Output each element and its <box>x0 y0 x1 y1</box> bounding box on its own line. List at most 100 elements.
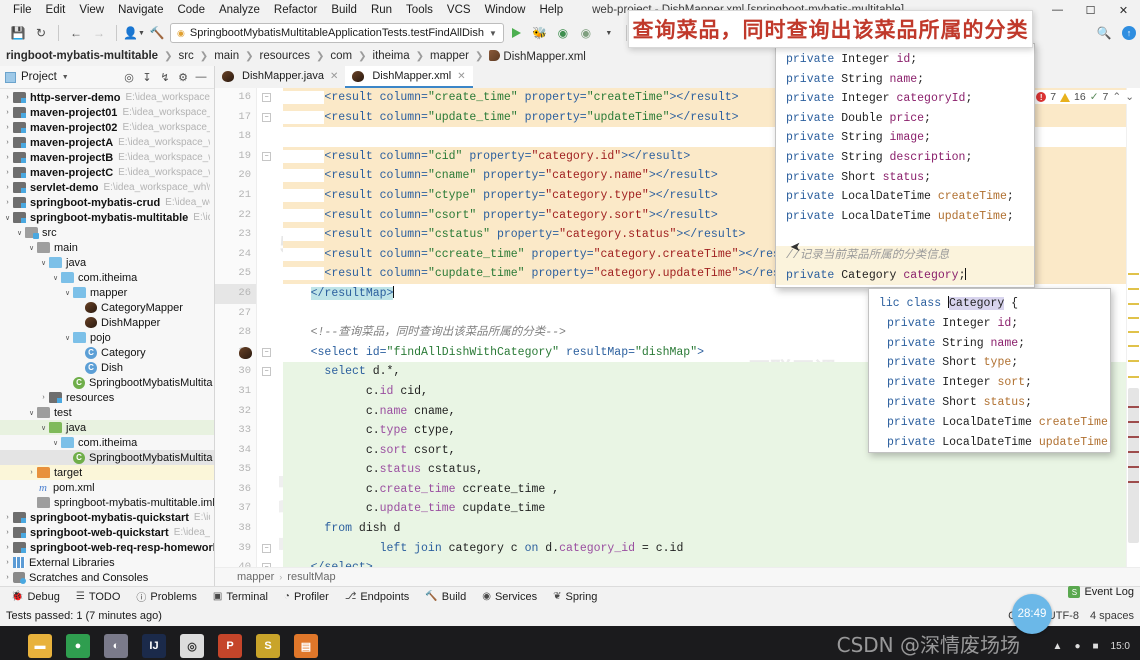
tool-window-endpoints[interactable]: ⎇ Endpoints <box>338 590 416 604</box>
chevron-right-icon[interactable]: › <box>38 394 49 401</box>
fold-toggle[interactable]: − <box>262 347 271 357</box>
menu-item-code[interactable]: Code <box>170 2 212 18</box>
chevron-down-icon[interactable]: ∨ <box>14 229 25 237</box>
tree-node-servlet-demo[interactable]: › servlet-demo E:\idea_workspace_wh\wh_ <box>0 180 214 195</box>
file-explorer-icon[interactable]: ▬ <box>28 634 52 658</box>
tree-node-maven-project01[interactable]: › maven-project01 E:\idea_workspace_wh <box>0 105 214 120</box>
menu-item-window[interactable]: Window <box>478 2 533 18</box>
code-line-36[interactable]: c.create_time ccreate_time , <box>283 479 1126 500</box>
notes-icon[interactable]: ▤ <box>294 634 318 658</box>
tree-node-main[interactable]: ∨ main <box>0 240 214 255</box>
chevron-right-icon[interactable]: › <box>2 199 13 206</box>
tree-node-http-server-demo[interactable]: › http-server-demo E:\idea_workspace_wh <box>0 90 214 105</box>
chevron-down-icon[interactable]: ∨ <box>50 439 61 447</box>
tree-node-target[interactable]: › target <box>0 465 214 480</box>
tree-node-pojo[interactable]: ∨ pojo <box>0 330 214 345</box>
run-with-coverage-button[interactable]: ◉ <box>553 23 573 43</box>
run-configuration-selector[interactable]: ◉ SpringbootMybatisMultitableApplication… <box>170 23 504 43</box>
breadcrumb-item-3[interactable]: resources <box>256 49 315 63</box>
tree-node-springboot-web-quickstart[interactable]: › springboot-web-quickstart E:\idea_work <box>0 525 214 540</box>
breadcrumb-item-5[interactable]: itheima <box>369 49 414 63</box>
menu-item-analyze[interactable]: Analyze <box>212 2 267 18</box>
code-line-38[interactable]: from dish d <box>283 519 1126 539</box>
tool-window-terminal[interactable]: ▣ Terminal <box>206 590 275 604</box>
app-icon[interactable]: ◎ <box>180 634 204 658</box>
profiler-dropdown-icon[interactable]: ▼ <box>599 23 619 43</box>
tree-node-maven-projecta[interactable]: › maven-projectA E:\idea_workspace_wh\w <box>0 135 214 150</box>
tray-icon-1[interactable]: ▲ <box>1053 641 1063 652</box>
error-marker-bar[interactable] <box>1126 88 1140 567</box>
code-line-39[interactable]: left join category c on d.category_id = … <box>283 538 1126 559</box>
tray-icon-2[interactable]: ● <box>1074 641 1080 652</box>
tree-node-java[interactable]: ∨ java <box>0 420 214 435</box>
chevron-right-icon[interactable]: › <box>2 529 13 536</box>
chevron-right-icon[interactable]: › <box>2 94 13 101</box>
dish-class-popup[interactable]: private Integer id; private String name; p… <box>775 43 1035 288</box>
search-icon[interactable]: 🔍 <box>1094 23 1114 43</box>
tree-node-springbootmybatismultita[interactable]: C SpringbootMybatisMultita <box>0 450 214 465</box>
hammer-icon[interactable]: 🔨 <box>147 23 167 43</box>
tool-window-services[interactable]: ◉ Services <box>475 590 544 604</box>
chevron-down-icon[interactable]: ∨ <box>26 244 37 252</box>
expand-icon[interactable]: ↯ <box>157 69 173 85</box>
breadcrumb-item-4[interactable]: com <box>326 49 356 63</box>
tree-node-pom-xml[interactable]: m pom.xml <box>0 480 214 495</box>
inspection-marker[interactable] <box>1128 345 1139 347</box>
fold-toggle[interactable]: − <box>262 543 271 553</box>
fold-toggle[interactable]: − <box>262 367 271 377</box>
breadcrumb-item-2[interactable]: main <box>210 49 243 63</box>
tool-window-build[interactable]: 🔨 Build <box>418 590 473 604</box>
breadcrumb-item-6[interactable]: mapper <box>426 49 473 63</box>
tree-node-maven-projectb[interactable]: › maven-projectB E:\idea_workspace_wh\w <box>0 150 214 165</box>
chevron-right-icon[interactable]: › <box>2 544 13 551</box>
minimize-button[interactable]: — <box>1041 0 1074 20</box>
update-icon[interactable]: ↑ <box>1122 26 1136 40</box>
settings-gear-icon[interactable]: ⚙ <box>175 69 191 85</box>
tree-node-springboot-mybatis-crud[interactable]: › springboot-mybatis-crud E:\idea_worksp <box>0 195 214 210</box>
inspection-marker[interactable] <box>1128 317 1139 319</box>
tree-node-external-libraries[interactable]: › External Libraries <box>0 555 214 570</box>
tool-window-todo[interactable]: ☰ TODO <box>69 590 128 604</box>
inspection-marker[interactable] <box>1128 273 1139 275</box>
tree-node-springboot-mybatis-multitable[interactable]: ∨ springboot-mybatis-multitable E:\idea_v <box>0 210 214 225</box>
tree-node-springbootmybatismultita[interactable]: C SpringbootMybatisMultita <box>0 375 214 390</box>
code-line-40[interactable]: </select> <box>283 558 1126 567</box>
chevron-down-icon[interactable]: ∨ <box>2 214 13 222</box>
chevron-up-icon[interactable]: ⌃ <box>1112 91 1121 103</box>
menu-item-help[interactable]: Help <box>532 2 570 18</box>
tray-icon-3[interactable]: ■ <box>1092 641 1098 652</box>
chevron-down-icon[interactable]: ∨ <box>26 409 37 417</box>
chevron-right-icon[interactable]: › <box>2 559 13 566</box>
chevron-right-icon[interactable]: › <box>2 139 13 146</box>
editor-breadcrumb-0[interactable]: mapper <box>237 571 274 583</box>
chevron-down-icon[interactable]: ∨ <box>38 424 49 432</box>
tree-node-category[interactable]: C Category <box>0 345 214 360</box>
menu-item-build[interactable]: Build <box>324 2 364 18</box>
menu-item-file[interactable]: File <box>6 2 39 18</box>
back-arrow-icon[interactable]: ← <box>66 23 86 43</box>
inspection-marker[interactable] <box>1128 331 1139 333</box>
tree-node-com-itheima[interactable]: ∨ com.itheima <box>0 270 214 285</box>
tree-node-categorymapper[interactable]: CategoryMapper <box>0 300 214 315</box>
tree-node-test[interactable]: ∨ test <box>0 405 214 420</box>
inspection-marker[interactable] <box>1128 303 1139 305</box>
forward-arrow-icon[interactable]: → <box>89 23 109 43</box>
tool-window-profiler[interactable]: ◔ Profiler <box>277 590 336 604</box>
close-tab-icon[interactable]: ✕ <box>457 71 465 82</box>
tree-node-maven-projectc[interactable]: › maven-projectC E:\idea_workspace_wh\w <box>0 165 214 180</box>
chevron-right-icon[interactable]: › <box>2 109 13 116</box>
tree-node-dishmapper[interactable]: DishMapper <box>0 315 214 330</box>
breadcrumb-item-0[interactable]: ringboot-mybatis-multitable <box>2 49 162 63</box>
chevron-down-icon[interactable]: ∨ <box>62 289 73 297</box>
chevron-down-icon[interactable]: ▼ <box>62 74 69 81</box>
close-tab-icon[interactable]: ✕ <box>330 71 338 82</box>
timer-bubble[interactable]: 28:49 <box>1012 594 1052 634</box>
chevron-right-icon[interactable]: › <box>2 154 13 161</box>
code-line-37[interactable]: c.update_time cupdate_time <box>283 499 1126 520</box>
tree-node-scratches-and-consoles[interactable]: › Scratches and Consoles <box>0 570 214 585</box>
user-profile-icon[interactable]: 👤 ▼ <box>123 23 145 43</box>
breadcrumb-item-1[interactable]: src <box>174 49 197 63</box>
minimize-icon[interactable]: — <box>193 69 209 85</box>
code-line-35[interactable]: c.status cstatus, <box>283 460 1126 480</box>
editor-tab-dishmapper-java[interactable]: DishMapper.java ✕ <box>215 66 345 88</box>
